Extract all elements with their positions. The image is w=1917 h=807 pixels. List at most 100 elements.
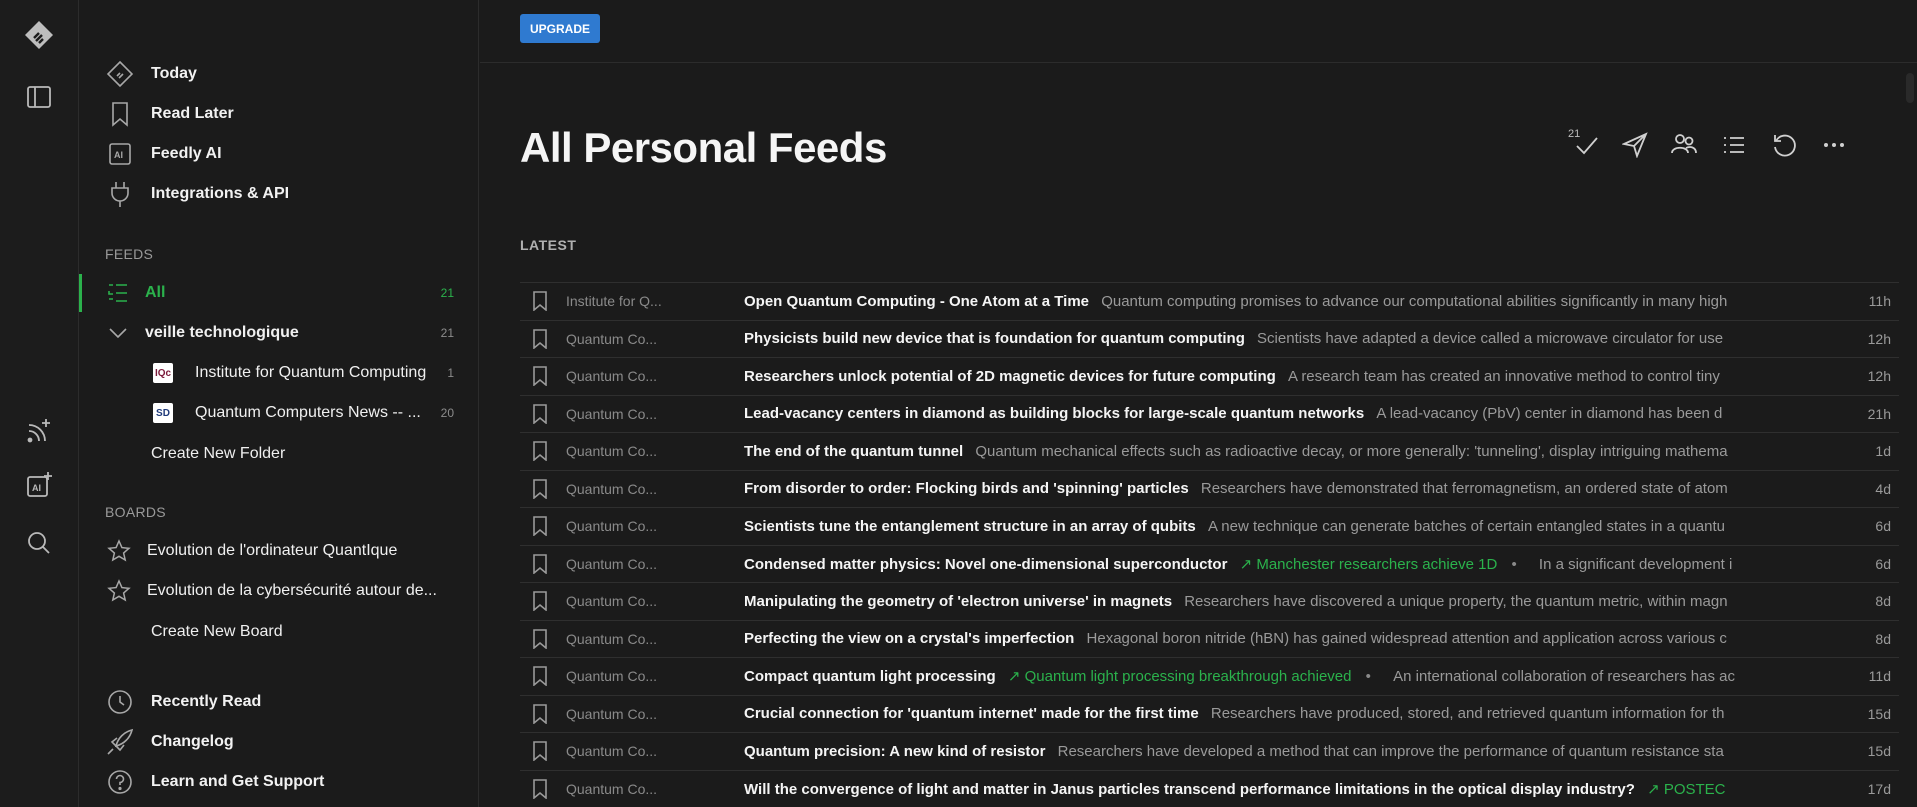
folder-count: 21: [440, 326, 454, 340]
nav-read-later[interactable]: Read Later: [105, 96, 458, 132]
team-button[interactable]: [1667, 130, 1701, 164]
article-source: Quantum Co...: [566, 668, 658, 685]
refresh-button[interactable]: [1767, 130, 1801, 164]
article-age: 8d: [1875, 593, 1891, 610]
article-trend[interactable]: ↗ Quantum light processing breakthrough …: [1008, 668, 1352, 685]
share-button[interactable]: [1618, 130, 1652, 164]
board-item[interactable]: Evolution de la cybersécurité autour de.…: [79, 572, 478, 610]
nav-changelog[interactable]: Changelog: [105, 724, 458, 760]
article-source: Quantum Co...: [566, 368, 658, 385]
add-ai-feed-icon[interactable]: AI: [20, 466, 58, 504]
bookmark-icon[interactable]: [532, 666, 556, 687]
sidebar-toggle-icon[interactable]: [20, 78, 58, 116]
feed-all[interactable]: All 21: [79, 274, 478, 312]
article-title[interactable]: Open Quantum Computing - One Atom at a T…: [744, 293, 1089, 310]
article-title[interactable]: Perfecting the view on a crystal's imper…: [744, 630, 1074, 647]
bookmark-icon[interactable]: [532, 478, 556, 499]
bookmark-icon[interactable]: [532, 591, 556, 612]
article-title[interactable]: Will the convergence of light and matter…: [744, 781, 1635, 798]
bookmark-icon[interactable]: [532, 366, 556, 387]
article-source: Quantum Co...: [566, 780, 658, 797]
article-row[interactable]: Quantum Co... Manipulating the geometry …: [520, 582, 1899, 620]
article-title[interactable]: Scientists tune the entanglement structu…: [744, 518, 1196, 535]
bookmark-icon[interactable]: [532, 741, 556, 762]
search-icon[interactable]: [20, 524, 58, 562]
nav-support-label: Learn and Get Support: [151, 773, 325, 790]
more-options-button[interactable]: [1817, 130, 1851, 164]
bookmark-icon[interactable]: [532, 703, 556, 724]
article-age: 15d: [1867, 743, 1891, 760]
bookmark-icon[interactable]: [532, 628, 556, 649]
ai-icon: AI: [105, 139, 135, 169]
bookmark-icon[interactable]: [532, 553, 556, 574]
article-title[interactable]: Researchers unlock potential of 2D magne…: [744, 368, 1276, 385]
create-folder-link[interactable]: Create New Folder: [151, 445, 285, 463]
article-title[interactable]: From disorder to order: Flocking birds a…: [744, 480, 1189, 497]
scrollbar-thumb[interactable]: [1906, 73, 1914, 103]
board-label: Evolution de l'ordinateur QuantIque: [147, 542, 398, 559]
chevron-down-icon[interactable]: [107, 322, 129, 344]
board-label: Evolution de la cybersécurité autour de.…: [147, 582, 437, 599]
article-row[interactable]: Institute for Q... Open Quantum Computin…: [520, 282, 1899, 320]
layout-button[interactable]: [1717, 130, 1751, 164]
nav-integrations[interactable]: Integrations & API: [105, 176, 458, 212]
article-age: 1d: [1875, 443, 1891, 460]
iqc-favicon: IQc: [153, 363, 173, 383]
article-title[interactable]: Physicists build new device that is foun…: [744, 330, 1245, 347]
article-age: 11h: [1868, 293, 1891, 310]
bookmark-icon[interactable]: [532, 516, 556, 537]
article-trend[interactable]: ↗ POSTEC: [1647, 781, 1725, 798]
nav-support[interactable]: Learn and Get Support: [105, 764, 458, 800]
article-age: 21h: [1867, 405, 1891, 422]
feedly-logo-icon[interactable]: [20, 16, 58, 54]
article-title[interactable]: Compact quantum light processing: [744, 668, 996, 685]
trend-text: Quantum light processing breakthrough ac…: [1024, 668, 1352, 686]
trend-text: POSTEC: [1663, 780, 1726, 798]
today-icon: [105, 59, 135, 89]
feed-source-quantum-news[interactable]: SD Quantum Computers News -- ... 20: [79, 394, 478, 432]
create-board-link[interactable]: Create New Board: [151, 623, 283, 641]
article-row[interactable]: Quantum Co... Lead-vacancy centers in di…: [520, 394, 1899, 433]
article-row[interactable]: Quantum Co... Researchers unlock potenti…: [520, 357, 1899, 395]
article-title[interactable]: Lead-vacancy centers in diamond as build…: [744, 405, 1364, 422]
article-title[interactable]: Condensed matter physics: Novel one-dime…: [744, 556, 1227, 573]
nav-recently-read[interactable]: Recently Read: [105, 684, 458, 720]
article-row[interactable]: Quantum Co... Compact quantum light proc…: [520, 657, 1899, 695]
mark-as-read-button[interactable]: [1570, 130, 1604, 164]
article-row[interactable]: Quantum Co... Scientists tune the entang…: [520, 507, 1899, 545]
article-trend[interactable]: ↗ Manchester researchers achieve 1D: [1240, 556, 1498, 573]
bookmark-icon[interactable]: [532, 328, 556, 349]
upgrade-button[interactable]: UPGRADE: [520, 14, 601, 43]
people-icon: [1670, 131, 1698, 164]
article-source: Quantum Co...: [566, 705, 658, 722]
article-row[interactable]: Quantum Co... Condensed matter physics: …: [520, 544, 1899, 583]
feed-source-iqc[interactable]: IQc Institute for Quantum Computing 1: [79, 354, 478, 392]
nav-today[interactable]: Today: [105, 56, 458, 92]
bookmark-icon[interactable]: [532, 291, 556, 312]
article-title[interactable]: The end of the quantum tunnel: [744, 443, 963, 460]
send-icon: [1621, 131, 1648, 163]
article-row[interactable]: Quantum Co... Quantum precision: A new k…: [520, 732, 1899, 770]
nav-feedly-ai[interactable]: AI Feedly AI: [105, 136, 458, 172]
svg-text:AI: AI: [114, 150, 123, 160]
folder-veille-technologique[interactable]: veille technologique 21: [79, 314, 478, 352]
article-summary: Researchers have discovered a unique pro…: [1184, 592, 1728, 610]
article-row[interactable]: Quantum Co... The end of the quantum tun…: [520, 432, 1899, 470]
add-feed-icon[interactable]: [20, 412, 58, 450]
board-item[interactable]: Evolution de l'ordinateur QuantIque: [79, 532, 478, 570]
article-row[interactable]: Quantum Co... Crucial connection for 'qu…: [520, 694, 1899, 733]
scrollbar[interactable]: [1903, 63, 1917, 807]
article-row[interactable]: Quantum Co... Will the convergence of li…: [520, 769, 1899, 807]
article-row[interactable]: Quantum Co... Perfecting the view on a c…: [520, 619, 1899, 658]
bookmark-icon[interactable]: [532, 441, 556, 462]
article-row[interactable]: Quantum Co... Physicists build new devic…: [520, 319, 1899, 358]
article-title[interactable]: Crucial connection for 'quantum internet…: [744, 705, 1199, 722]
article-title[interactable]: Quantum precision: A new kind of resisto…: [744, 743, 1045, 760]
plug-icon: [105, 179, 135, 209]
bookmark-icon[interactable]: [532, 403, 556, 424]
article-row[interactable]: Quantum Co... From disorder to order: Fl…: [520, 469, 1899, 508]
feed-all-label: All: [145, 284, 166, 301]
feed-source-count: 1: [447, 366, 454, 380]
article-title[interactable]: Manipulating the geometry of 'electron u…: [744, 593, 1172, 610]
bookmark-icon[interactable]: [532, 778, 556, 799]
